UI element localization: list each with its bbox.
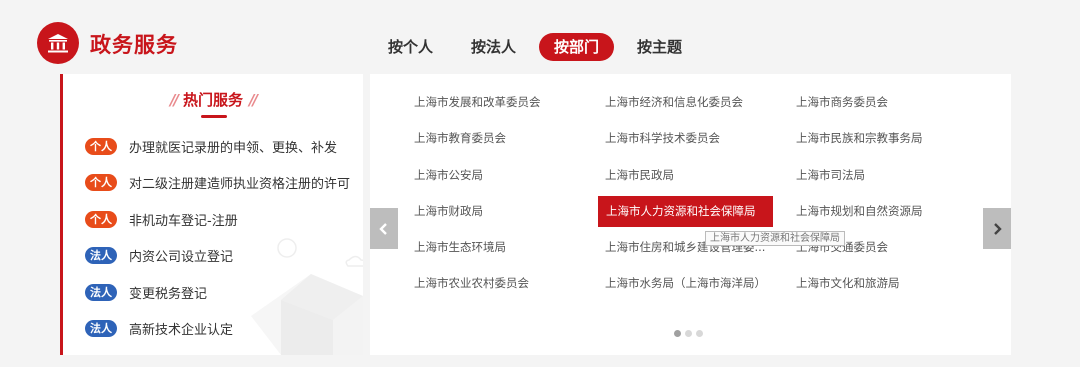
government-building-icon <box>48 34 68 53</box>
department-link[interactable]: 上海市教育委员会 <box>414 123 506 154</box>
department-grid: 上海市发展和改革委员会 上海市经济和信息化委员会 上海市商务委员会 上海市教育委… <box>370 74 1011 355</box>
person-badge: 个人 <box>85 174 117 191</box>
slash-decoration-right: // <box>249 91 258 109</box>
department-link-selected[interactable]: 上海市人力资源和社会保障局 <box>598 196 773 227</box>
tab-by-topic[interactable]: 按主题 <box>622 33 697 61</box>
department-link[interactable]: 上海市农业农村委员会 <box>414 268 529 299</box>
pagination-dot[interactable] <box>685 330 692 337</box>
department-link[interactable]: 上海市科学技术委员会 <box>605 123 720 154</box>
section-title: 政务服务 <box>90 33 178 57</box>
service-name[interactable]: 非机动车登记-注册 <box>129 210 238 229</box>
legal-entity-badge: 法人 <box>85 247 117 264</box>
hot-services-panel: //热门服务// 个人 办理就医记录册的申领、更换、补发 个人 对二级注册建造师… <box>60 74 363 355</box>
department-link[interactable]: 上海市司法局 <box>796 160 865 191</box>
hot-services-title: 热门服务 <box>182 91 243 109</box>
person-badge: 个人 <box>85 210 117 228</box>
department-link[interactable]: 上海市生态环境局 <box>414 232 506 263</box>
carousel-next-button[interactable] <box>983 208 1011 249</box>
service-name[interactable]: 对二级注册建造师执业资格注册的许可 <box>129 173 350 192</box>
hot-service-item[interactable]: 个人 对二级注册建造师执业资格注册的许可 <box>85 173 355 193</box>
hot-service-item[interactable]: 法人 内资公司设立登记 <box>85 246 355 266</box>
tab-by-legal-entity[interactable]: 按法人 <box>456 33 531 61</box>
department-link[interactable]: 上海市民政局 <box>605 160 674 191</box>
hot-service-item[interactable]: 个人 非机动车登记-注册 <box>85 209 355 229</box>
chevron-right-icon <box>994 222 1002 235</box>
hot-services-list: 个人 办理就医记录册的申领、更换、补发 个人 对二级注册建造师执业资格注册的许可… <box>85 136 355 355</box>
hot-service-item[interactable]: 法人 高新技术企业认定 <box>85 319 355 339</box>
department-link[interactable]: 上海市规划和自然资源局 <box>796 196 923 227</box>
slash-decoration-left: // <box>170 91 179 109</box>
category-tabs: 按个人 按法人 按部门 按主题 <box>373 33 705 61</box>
pagination-dot[interactable] <box>696 330 703 337</box>
service-name[interactable]: 办理就医记录册的申领、更换、补发 <box>129 137 337 156</box>
pagination-dot[interactable] <box>674 330 681 337</box>
carousel-prev-button[interactable] <box>370 208 398 249</box>
department-link[interactable]: 上海市商务委员会 <box>796 87 888 118</box>
department-panel: 上海市发展和改革委员会 上海市经济和信息化委员会 上海市商务委员会 上海市教育委… <box>370 74 1011 355</box>
chevron-left-icon <box>379 222 387 235</box>
hot-service-item[interactable]: 个人 办理就医记录册的申领、更换、补发 <box>85 136 355 156</box>
department-link[interactable]: 上海市财政局 <box>414 196 483 227</box>
department-link[interactable]: 上海市文化和旅游局 <box>796 268 900 299</box>
title-underline <box>201 115 227 118</box>
department-link[interactable]: 上海市水务局（上海市海洋局） <box>605 268 766 299</box>
department-link[interactable]: 上海市民族和宗教事务局 <box>796 123 923 154</box>
service-name[interactable]: 高新技术企业认定 <box>129 319 233 338</box>
department-link[interactable]: 上海市发展和改革委员会 <box>414 87 541 118</box>
tab-by-department[interactable]: 按部门 <box>539 33 615 61</box>
service-name[interactable]: 内资公司设立登记 <box>129 246 233 265</box>
service-name[interactable]: 变更税务登记 <box>129 283 207 302</box>
carousel-pagination <box>674 330 707 337</box>
hot-service-item[interactable]: 法人 变更税务登记 <box>85 282 355 302</box>
government-logo <box>37 22 79 64</box>
legal-entity-badge: 法人 <box>85 283 117 301</box>
legal-entity-badge: 法人 <box>85 320 117 337</box>
department-link[interactable]: 上海市经济和信息化委员会 <box>605 87 743 118</box>
hot-services-heading: //热门服务// <box>63 89 363 110</box>
tab-by-person[interactable]: 按个人 <box>373 33 448 61</box>
department-tooltip: 上海市人力资源和社会保障局 <box>705 231 845 246</box>
department-link[interactable]: 上海市公安局 <box>414 160 483 191</box>
person-badge: 个人 <box>85 137 117 155</box>
